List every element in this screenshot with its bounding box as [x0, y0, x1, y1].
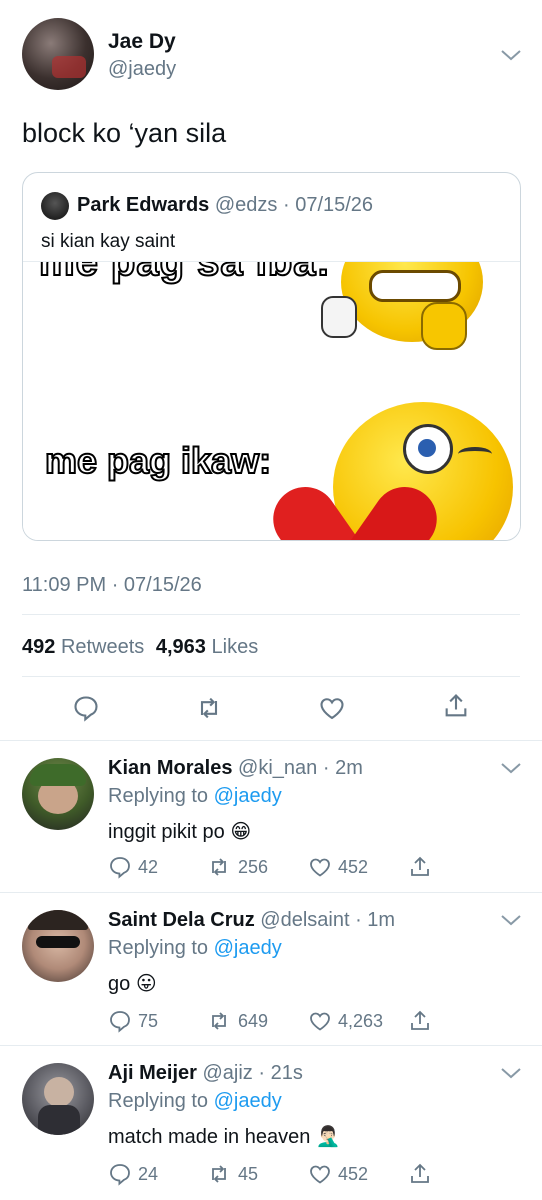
share-icon[interactable]: [442, 692, 470, 720]
chevron-down-icon[interactable]: [500, 48, 522, 62]
share-icon[interactable]: [408, 855, 432, 879]
retweet-button[interactable]: 649: [206, 1009, 268, 1033]
replying-to-link[interactable]: @jaedy: [214, 785, 282, 807]
retweet-icon[interactable]: [194, 694, 224, 722]
like-count: 4,263: [338, 1010, 384, 1031]
tongue-emoji: 😛: [135, 973, 157, 995]
reply-button[interactable]: 75: [108, 1009, 158, 1033]
like-button[interactable]: 452: [308, 1162, 368, 1186]
avatar[interactable]: [22, 18, 94, 90]
reply-time: · 1m: [355, 909, 396, 931]
reply-avatar[interactable]: [22, 1063, 94, 1135]
timestamp-separator: ·: [111, 574, 119, 596]
like-button[interactable]: 452: [308, 855, 368, 879]
chevron-down-icon[interactable]: [500, 913, 522, 927]
reply-icon: [110, 1164, 130, 1186]
fist-emoji: [321, 296, 357, 338]
heart-emoji: [260, 460, 450, 540]
author-handle[interactable]: @jaedy: [108, 58, 176, 81]
quote-card[interactable]: Park Edwards @edzs · 07/15/26 si kian ka…: [22, 172, 521, 541]
reply-author-name[interactable]: Saint Dela Cruz: [108, 909, 255, 931]
chevron-down-icon[interactable]: [500, 761, 522, 775]
reply-button[interactable]: 24: [108, 1162, 158, 1186]
replying-to-label: Replying to: [108, 937, 209, 959]
reply-avatar[interactable]: [22, 758, 94, 830]
tweet-time: 11:09 PM: [22, 574, 107, 596]
like-count[interactable]: 4,963: [156, 636, 206, 658]
quote-author-name: Park Edwards: [77, 194, 210, 216]
thumb-emoji: [421, 302, 467, 350]
retweet-button[interactable]: 45: [206, 1162, 258, 1186]
retweet-icon: [212, 858, 226, 876]
replying-to-label: Replying to: [108, 1090, 209, 1112]
meme-image[interactable]: me pag sa iba: me pag ikaw:: [23, 261, 520, 540]
reply-text: go: [108, 973, 131, 995]
reply-author-handle[interactable]: @delsaint: [260, 909, 349, 931]
retweet-count: 649: [238, 1010, 269, 1031]
like-icon: [310, 858, 330, 877]
tweet-date: 07/15/26: [123, 574, 202, 596]
reply-item[interactable]: Kian Morales @ki_nan · 2m Replying to @j…: [0, 741, 542, 892]
reply-time: · 2m: [322, 757, 363, 779]
reply-time: · 21s: [258, 1062, 303, 1084]
reply-author-handle[interactable]: @ajiz: [202, 1062, 252, 1084]
like-count: 452: [338, 1163, 369, 1184]
reply-count: 75: [138, 1010, 159, 1031]
like-icon: [310, 1165, 330, 1184]
share-icon[interactable]: [408, 1162, 432, 1186]
quote-text: si kian kay saint: [41, 231, 176, 252]
like-label[interactable]: Likes: [212, 636, 259, 658]
retweet-count: 256: [238, 856, 269, 877]
meme-bottom-caption: me pag ikaw:: [44, 439, 272, 482]
facepalm-emoji: 🤦🏻‍♂️: [315, 1126, 341, 1148]
meme-top-caption: me pag sa iba:: [38, 261, 331, 285]
like-count: 452: [338, 856, 369, 877]
reply-icon: [110, 1011, 130, 1033]
reply-author-name[interactable]: Kian Morales: [108, 757, 232, 779]
retweet-icon: [212, 1012, 226, 1030]
reply-author-handle[interactable]: @ki_nan: [238, 757, 317, 779]
reply-item[interactable]: Aji Meijer @ajiz · 21s Replying to @jaed…: [0, 1046, 542, 1200]
retweet-count: 45: [238, 1163, 259, 1184]
retweet-label[interactable]: Retweets: [61, 636, 144, 658]
reply-count: 24: [138, 1163, 159, 1184]
quote-avatar: [41, 192, 69, 220]
like-button[interactable]: 4,263: [308, 1009, 383, 1033]
chevron-down-icon[interactable]: [500, 1066, 522, 1080]
tweet-text: block ko ‘yan sila: [22, 118, 227, 148]
replying-to-label: Replying to: [108, 785, 209, 807]
reply-avatar[interactable]: [22, 910, 94, 982]
reply-icon[interactable]: [72, 694, 100, 722]
author-name[interactable]: Jae Dy: [108, 30, 176, 54]
replying-to-link[interactable]: @jaedy: [214, 1090, 282, 1112]
replying-to-link[interactable]: @jaedy: [214, 937, 282, 959]
reply-button[interactable]: 42: [108, 855, 158, 879]
reply-author-name[interactable]: Aji Meijer: [108, 1062, 197, 1084]
share-icon[interactable]: [408, 1009, 432, 1033]
reply-text: match made in heaven: [108, 1126, 311, 1148]
quote-author-handle: @edzs: [214, 194, 278, 216]
reply-text: inggit pikit po: [108, 821, 225, 843]
like-icon: [310, 1012, 330, 1031]
reply-item[interactable]: Saint Dela Cruz @delsaint · 1m Replying …: [0, 893, 542, 1045]
reply-icon: [110, 857, 130, 879]
reply-count: 42: [138, 856, 159, 877]
quote-date: · 07/15/26: [282, 194, 374, 216]
retweet-icon: [212, 1165, 226, 1183]
grinning-emoji: 😁: [230, 821, 252, 843]
like-icon[interactable]: [318, 694, 346, 722]
retweet-count[interactable]: 492: [22, 636, 55, 658]
retweet-button[interactable]: 256: [206, 855, 268, 879]
